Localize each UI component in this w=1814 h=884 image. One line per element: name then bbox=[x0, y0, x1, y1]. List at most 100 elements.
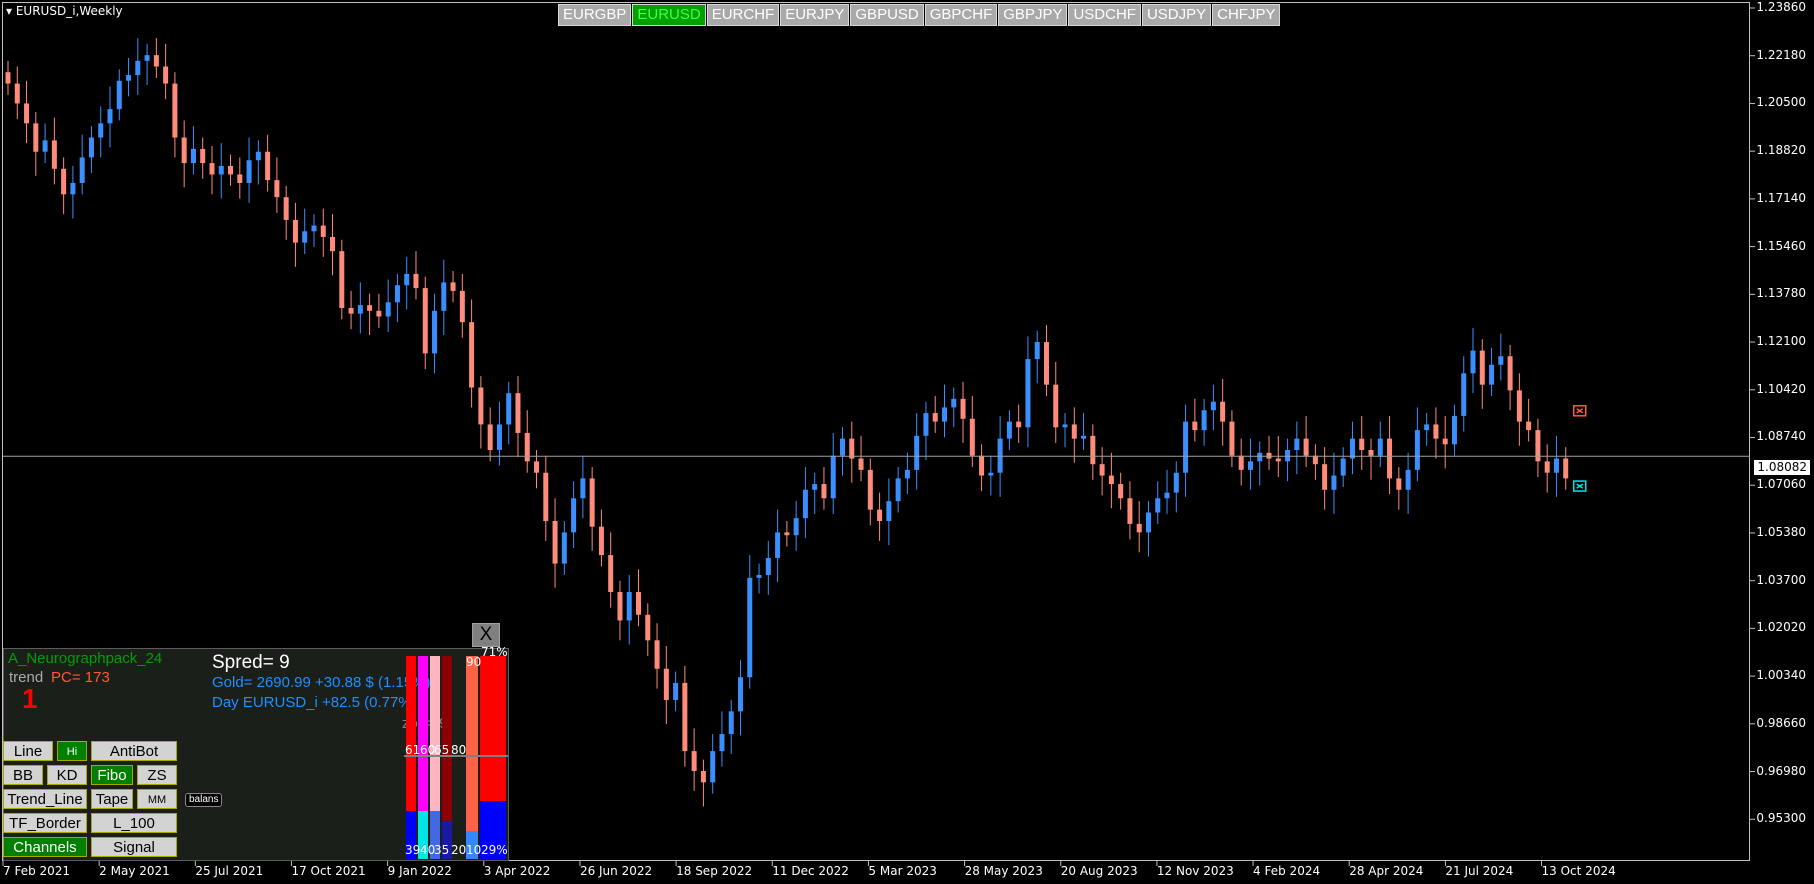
symbol-tab-gbpusd[interactable]: GBPUSD bbox=[850, 4, 924, 26]
candle-body bbox=[1470, 350, 1476, 374]
candle-body bbox=[292, 219, 298, 243]
symbol-tab-usdjpy[interactable]: USDJPY bbox=[1141, 4, 1212, 26]
hi-button[interactable]: Hi bbox=[57, 741, 87, 761]
candle-body bbox=[830, 455, 836, 499]
signal-button[interactable]: Signal bbox=[91, 837, 177, 857]
candle-body bbox=[691, 751, 697, 771]
candle-body bbox=[682, 682, 688, 752]
candle-body bbox=[163, 66, 169, 84]
candle-body bbox=[1544, 461, 1550, 473]
candle-body bbox=[116, 80, 122, 110]
x-tick-label: 28 Apr 2024 bbox=[1349, 864, 1424, 878]
candle-body bbox=[274, 180, 280, 198]
spread-readout: Spred= 9 bbox=[212, 652, 290, 673]
symbol-tab-eurchf[interactable]: EURCHF bbox=[706, 4, 780, 26]
trend-line-button[interactable]: Trend_Line bbox=[3, 789, 87, 809]
x-tick-label: 4 Feb 2024 bbox=[1253, 864, 1321, 878]
y-tick-label: 1.17140 bbox=[1756, 190, 1806, 205]
symbol-tab-gbpchf[interactable]: GBPCHF bbox=[924, 4, 998, 26]
candle-body bbox=[357, 305, 363, 314]
bar-label-top-5: 90 bbox=[466, 655, 482, 669]
balans-button[interactable]: balans bbox=[185, 793, 223, 807]
candle-body bbox=[432, 310, 438, 354]
x-tick-label: 12 Nov 2023 bbox=[1156, 864, 1234, 878]
candle-body bbox=[1145, 512, 1151, 533]
candle-body bbox=[190, 148, 196, 164]
tf-border-button[interactable]: TF_Border bbox=[3, 813, 87, 833]
y-tick-label: 1.15460 bbox=[1756, 238, 1806, 253]
l100-button[interactable]: L_100 bbox=[91, 813, 177, 833]
candle-body bbox=[858, 458, 864, 470]
trend-signal-value: 1 bbox=[22, 683, 38, 714]
x-tick-label: 7 Feb 2021 bbox=[3, 864, 71, 878]
candle-body bbox=[626, 592, 632, 621]
symbol-tab-usdchf[interactable]: USDCHF bbox=[1068, 4, 1141, 26]
candle-body bbox=[311, 225, 317, 232]
candle-body bbox=[487, 424, 493, 450]
bar-label-bottom-5: 10 bbox=[466, 843, 482, 857]
line-button[interactable]: Line bbox=[3, 741, 53, 761]
x-tick-label: 26 Jun 2022 bbox=[579, 864, 653, 878]
candle-body bbox=[1173, 472, 1179, 493]
candle-body bbox=[1294, 438, 1300, 450]
candle-body bbox=[209, 163, 215, 175]
symbol-tab-gbpjpy[interactable]: GBPJPY bbox=[998, 4, 1068, 26]
candle-body bbox=[1201, 410, 1207, 431]
bar-label-top-6: 71% bbox=[481, 645, 508, 659]
kd-button[interactable]: KD bbox=[47, 765, 87, 785]
window-title: ▾ EURUSD_i,Weekly bbox=[6, 4, 123, 18]
candle-body bbox=[413, 273, 419, 289]
symbol-tab-eurjpy[interactable]: EURJPY bbox=[780, 4, 850, 26]
candle-body bbox=[589, 478, 595, 527]
candle-body bbox=[302, 231, 308, 243]
symbol-tab-eurgbp[interactable]: EURGBP bbox=[558, 4, 632, 26]
candle-body bbox=[172, 83, 178, 138]
candle-body bbox=[561, 532, 567, 564]
mm-button[interactable]: MM bbox=[137, 789, 177, 809]
bar-5-top bbox=[466, 656, 478, 831]
candle-body bbox=[153, 55, 159, 67]
panel-close-button[interactable]: X bbox=[472, 623, 500, 647]
candle-body bbox=[654, 640, 660, 669]
candle-body bbox=[765, 557, 771, 575]
y-tick-label: 1.12100 bbox=[1756, 334, 1806, 349]
y-tick-label: 1.05380 bbox=[1756, 524, 1806, 539]
symbol-tab-eurusd[interactable]: EURUSD bbox=[632, 4, 706, 26]
x-tick-label: 2 May 2021 bbox=[99, 864, 170, 878]
candle-body bbox=[126, 75, 132, 81]
candle-body bbox=[51, 140, 57, 169]
symbol-tab-chfjpy[interactable]: CHFJPY bbox=[1212, 4, 1281, 26]
x-tick-label: 3 Apr 2022 bbox=[483, 864, 551, 878]
y-tick-label: 1.00340 bbox=[1756, 668, 1806, 683]
candle-body bbox=[700, 770, 706, 783]
tape-button[interactable]: Tape bbox=[91, 789, 133, 809]
candle-body bbox=[673, 682, 679, 700]
fibo-button[interactable]: Fibo bbox=[91, 765, 133, 785]
candle-body bbox=[904, 469, 910, 479]
zs-button[interactable]: ZS bbox=[137, 765, 177, 785]
candle-body bbox=[200, 148, 206, 164]
candle-body bbox=[867, 469, 873, 510]
x-tick-label: 5 Mar 2023 bbox=[868, 864, 937, 878]
candle-body bbox=[478, 387, 484, 425]
upper-marker-cross bbox=[1576, 408, 1584, 414]
bb-button[interactable]: BB bbox=[3, 765, 43, 785]
candle-body bbox=[237, 174, 243, 183]
candle-body bbox=[1433, 424, 1439, 439]
candle-body bbox=[1006, 421, 1012, 439]
candle-body bbox=[1108, 475, 1114, 485]
channels-button[interactable]: Channels bbox=[3, 837, 87, 857]
candle-body bbox=[802, 489, 808, 519]
x-tick-label: 13 Oct 2024 bbox=[1541, 864, 1616, 878]
candle-body bbox=[756, 574, 762, 578]
gold-readout: Gold= 2690.99 +30.88 $ (1.15%) bbox=[212, 674, 431, 691]
y-tick-label: 1.03700 bbox=[1756, 572, 1806, 587]
y-tick-label: 0.98660 bbox=[1756, 715, 1806, 730]
candle-body bbox=[1081, 435, 1087, 439]
candle-body bbox=[636, 592, 642, 615]
y-tick-label: 1.02020 bbox=[1756, 620, 1806, 635]
candle-body bbox=[1285, 449, 1291, 462]
candle-body bbox=[960, 398, 966, 419]
candle-body bbox=[246, 160, 252, 183]
antibot-button[interactable]: AntiBot bbox=[91, 741, 177, 761]
